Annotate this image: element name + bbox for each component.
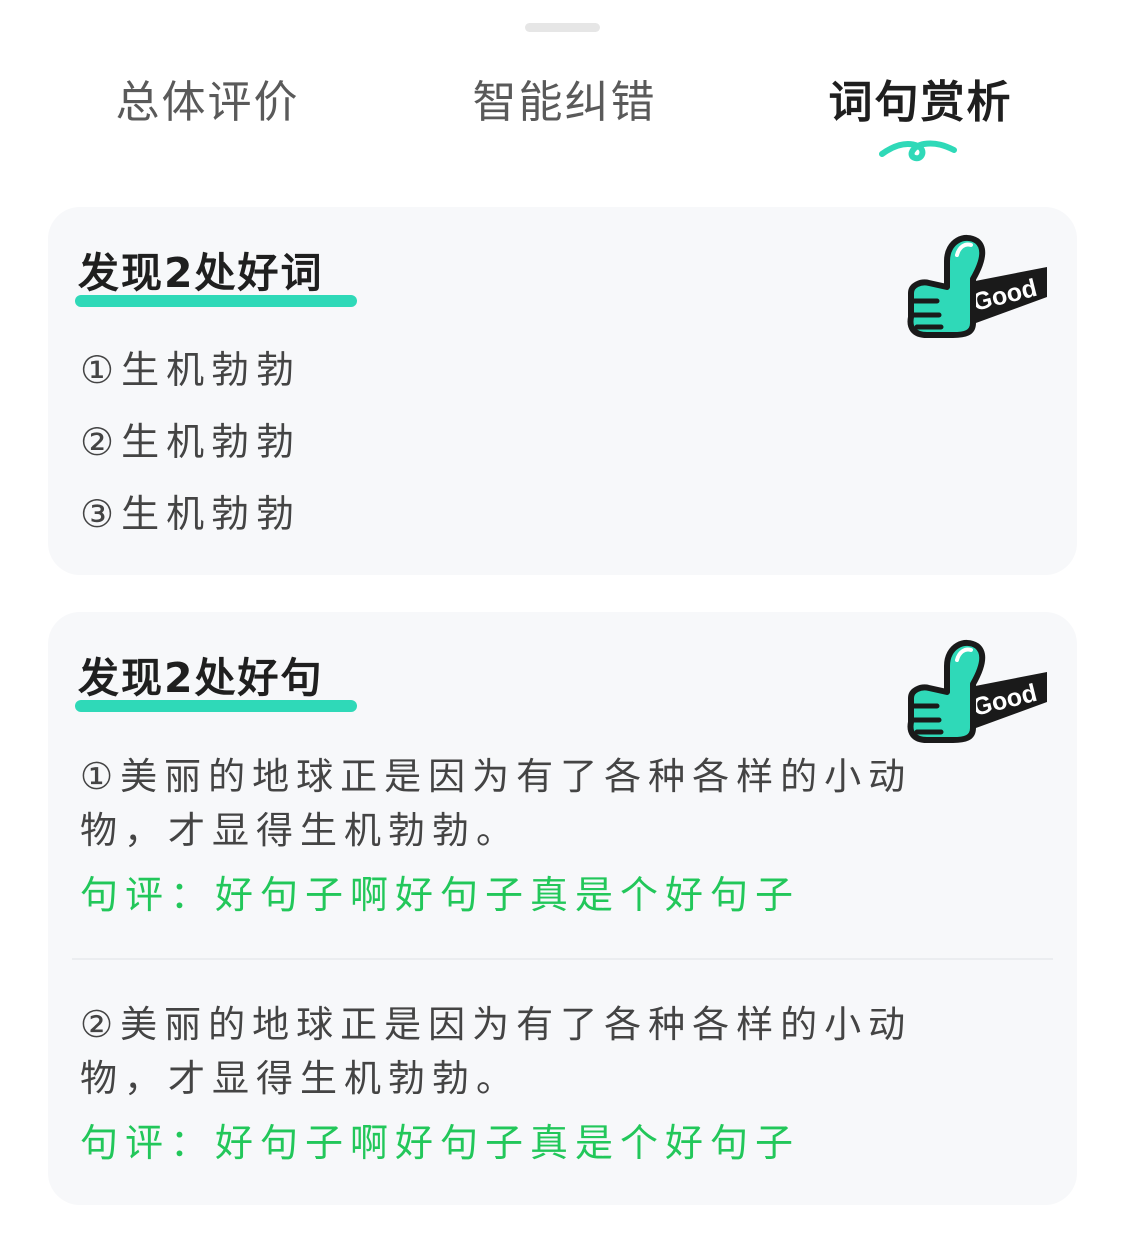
good-sentences-card: 发现2处好句 Good ①美丽的地球正是因为有了各种各样的小动物，才显得生机勃勃…: [48, 612, 1077, 1205]
thumbs-up-good-icon: Good: [907, 234, 1047, 338]
good-sentence-text: ①美丽的地球正是因为有了各种各样的小动物，才显得生机勃勃。: [80, 755, 913, 852]
good-sentence-text: ②美丽的地球正是因为有了各种各样的小动物，才显得生机勃勃。: [80, 1003, 913, 1100]
tab-bar: 总体评价 智能纠错 词句赏析: [0, 68, 1125, 168]
drag-handle[interactable]: [525, 23, 600, 32]
active-tab-indicator-icon: [879, 140, 957, 162]
tab-overall-evaluation[interactable]: 总体评价: [115, 68, 300, 148]
good-sentences-title: 发现2处好句: [75, 650, 357, 712]
sentence-comment: 句评：好句子啊好句子真是个好句子: [80, 1121, 801, 1165]
divider: [72, 958, 1053, 960]
good-words-title: 发现2处好词: [75, 245, 357, 307]
tab-smart-correction[interactable]: 智能纠错: [472, 68, 657, 148]
good-word-item: ①生机勃勃: [80, 348, 302, 392]
sentence-comment: 句评：好句子啊好句子真是个好句子: [80, 873, 801, 917]
thumbs-up-good-icon: Good: [907, 639, 1047, 743]
good-word-item: ②生机勃勃: [80, 420, 302, 464]
good-words-card: 发现2处好词 Good ①生机勃勃 ②生机勃勃 ③生机勃勃: [48, 207, 1077, 575]
good-word-item: ③生机勃勃: [80, 492, 302, 536]
